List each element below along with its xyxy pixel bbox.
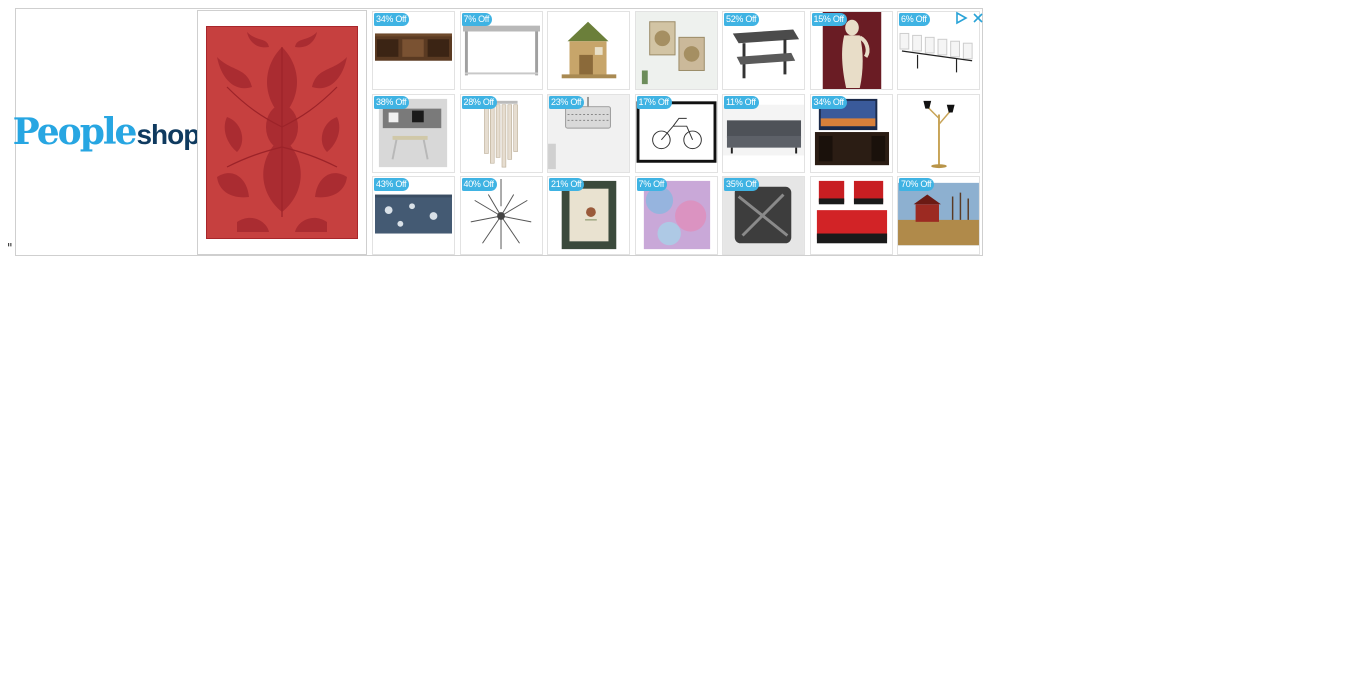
- discount-badge: 28% Off: [461, 95, 497, 109]
- product-image-wall-art: [635, 12, 717, 89]
- discount-badge: 70% Off: [899, 178, 935, 191]
- product-image-red-sofa-set: [816, 180, 887, 244]
- adchoices-icon[interactable]: [954, 11, 968, 25]
- logo-people-text: People: [12, 111, 138, 153]
- discount-badge: 38% Off: [374, 95, 410, 109]
- product-tile[interactable]: 38% Off: [372, 93, 455, 173]
- brand-logo-area[interactable]: People shop: [13, 9, 201, 255]
- product-tile[interactable]: 7% Off: [459, 11, 543, 90]
- product-tile[interactable]: 35% Off: [722, 176, 805, 255]
- product-tile[interactable]: 7% Off: [634, 176, 718, 255]
- product-tile[interactable]: [547, 11, 630, 90]
- product-tile[interactable]: 21% Off: [547, 176, 630, 255]
- discount-badge: 40% Off: [461, 178, 497, 191]
- product-tile[interactable]: 34% Off: [372, 11, 455, 90]
- product-tile[interactable]: 15% Off: [809, 11, 893, 90]
- peopleshop-logo[interactable]: People shop: [12, 111, 201, 153]
- product-tile[interactable]: 43% Off: [372, 176, 455, 255]
- ad-unit[interactable]: People shop 34% Off 7% Off 52% Off 15% O…: [13, 8, 985, 256]
- discount-badge: 7% Off: [636, 178, 668, 191]
- discount-badge: 17% Off: [636, 95, 672, 109]
- discount-badge: 6% Off: [899, 13, 930, 26]
- product-image-floor-lamp: [923, 100, 955, 168]
- discount-badge: 52% Off: [724, 13, 760, 26]
- featured-rug-image: [206, 26, 358, 239]
- product-tile[interactable]: 23% Off: [547, 93, 630, 173]
- product-tile[interactable]: 17% Off: [634, 93, 718, 173]
- discount-badge: 23% Off: [549, 95, 585, 109]
- featured-product[interactable]: [197, 10, 367, 255]
- product-image-playhouse: [561, 21, 617, 79]
- discount-badge: 21% Off: [549, 178, 585, 191]
- product-tile[interactable]: [809, 176, 893, 255]
- product-tile[interactable]: 70% Off: [897, 176, 980, 255]
- discount-badge: 34% Off: [374, 13, 410, 26]
- product-tile[interactable]: 11% Off: [722, 93, 805, 173]
- product-tile[interactable]: 28% Off: [459, 93, 543, 173]
- discount-badge: 15% Off: [811, 13, 847, 26]
- product-tile[interactable]: [634, 11, 718, 90]
- product-tile[interactable]: 40% Off: [459, 176, 543, 255]
- close-icon[interactable]: [971, 11, 985, 25]
- logo-shop-text: shop: [136, 119, 200, 150]
- product-grid: 34% Off 7% Off 52% Off 15% Off 6% Off 38…: [372, 11, 982, 255]
- product-tile[interactable]: 34% Off: [809, 93, 893, 173]
- stray-quote-mark: ": [7, 241, 13, 255]
- product-tile[interactable]: [897, 93, 980, 173]
- discount-badge: 11% Off: [724, 95, 759, 109]
- discount-badge: 34% Off: [811, 95, 847, 109]
- discount-badge: 43% Off: [374, 178, 410, 191]
- product-tile[interactable]: 52% Off: [722, 11, 805, 90]
- discount-badge: 35% Off: [724, 178, 760, 191]
- discount-badge: 7% Off: [461, 13, 493, 26]
